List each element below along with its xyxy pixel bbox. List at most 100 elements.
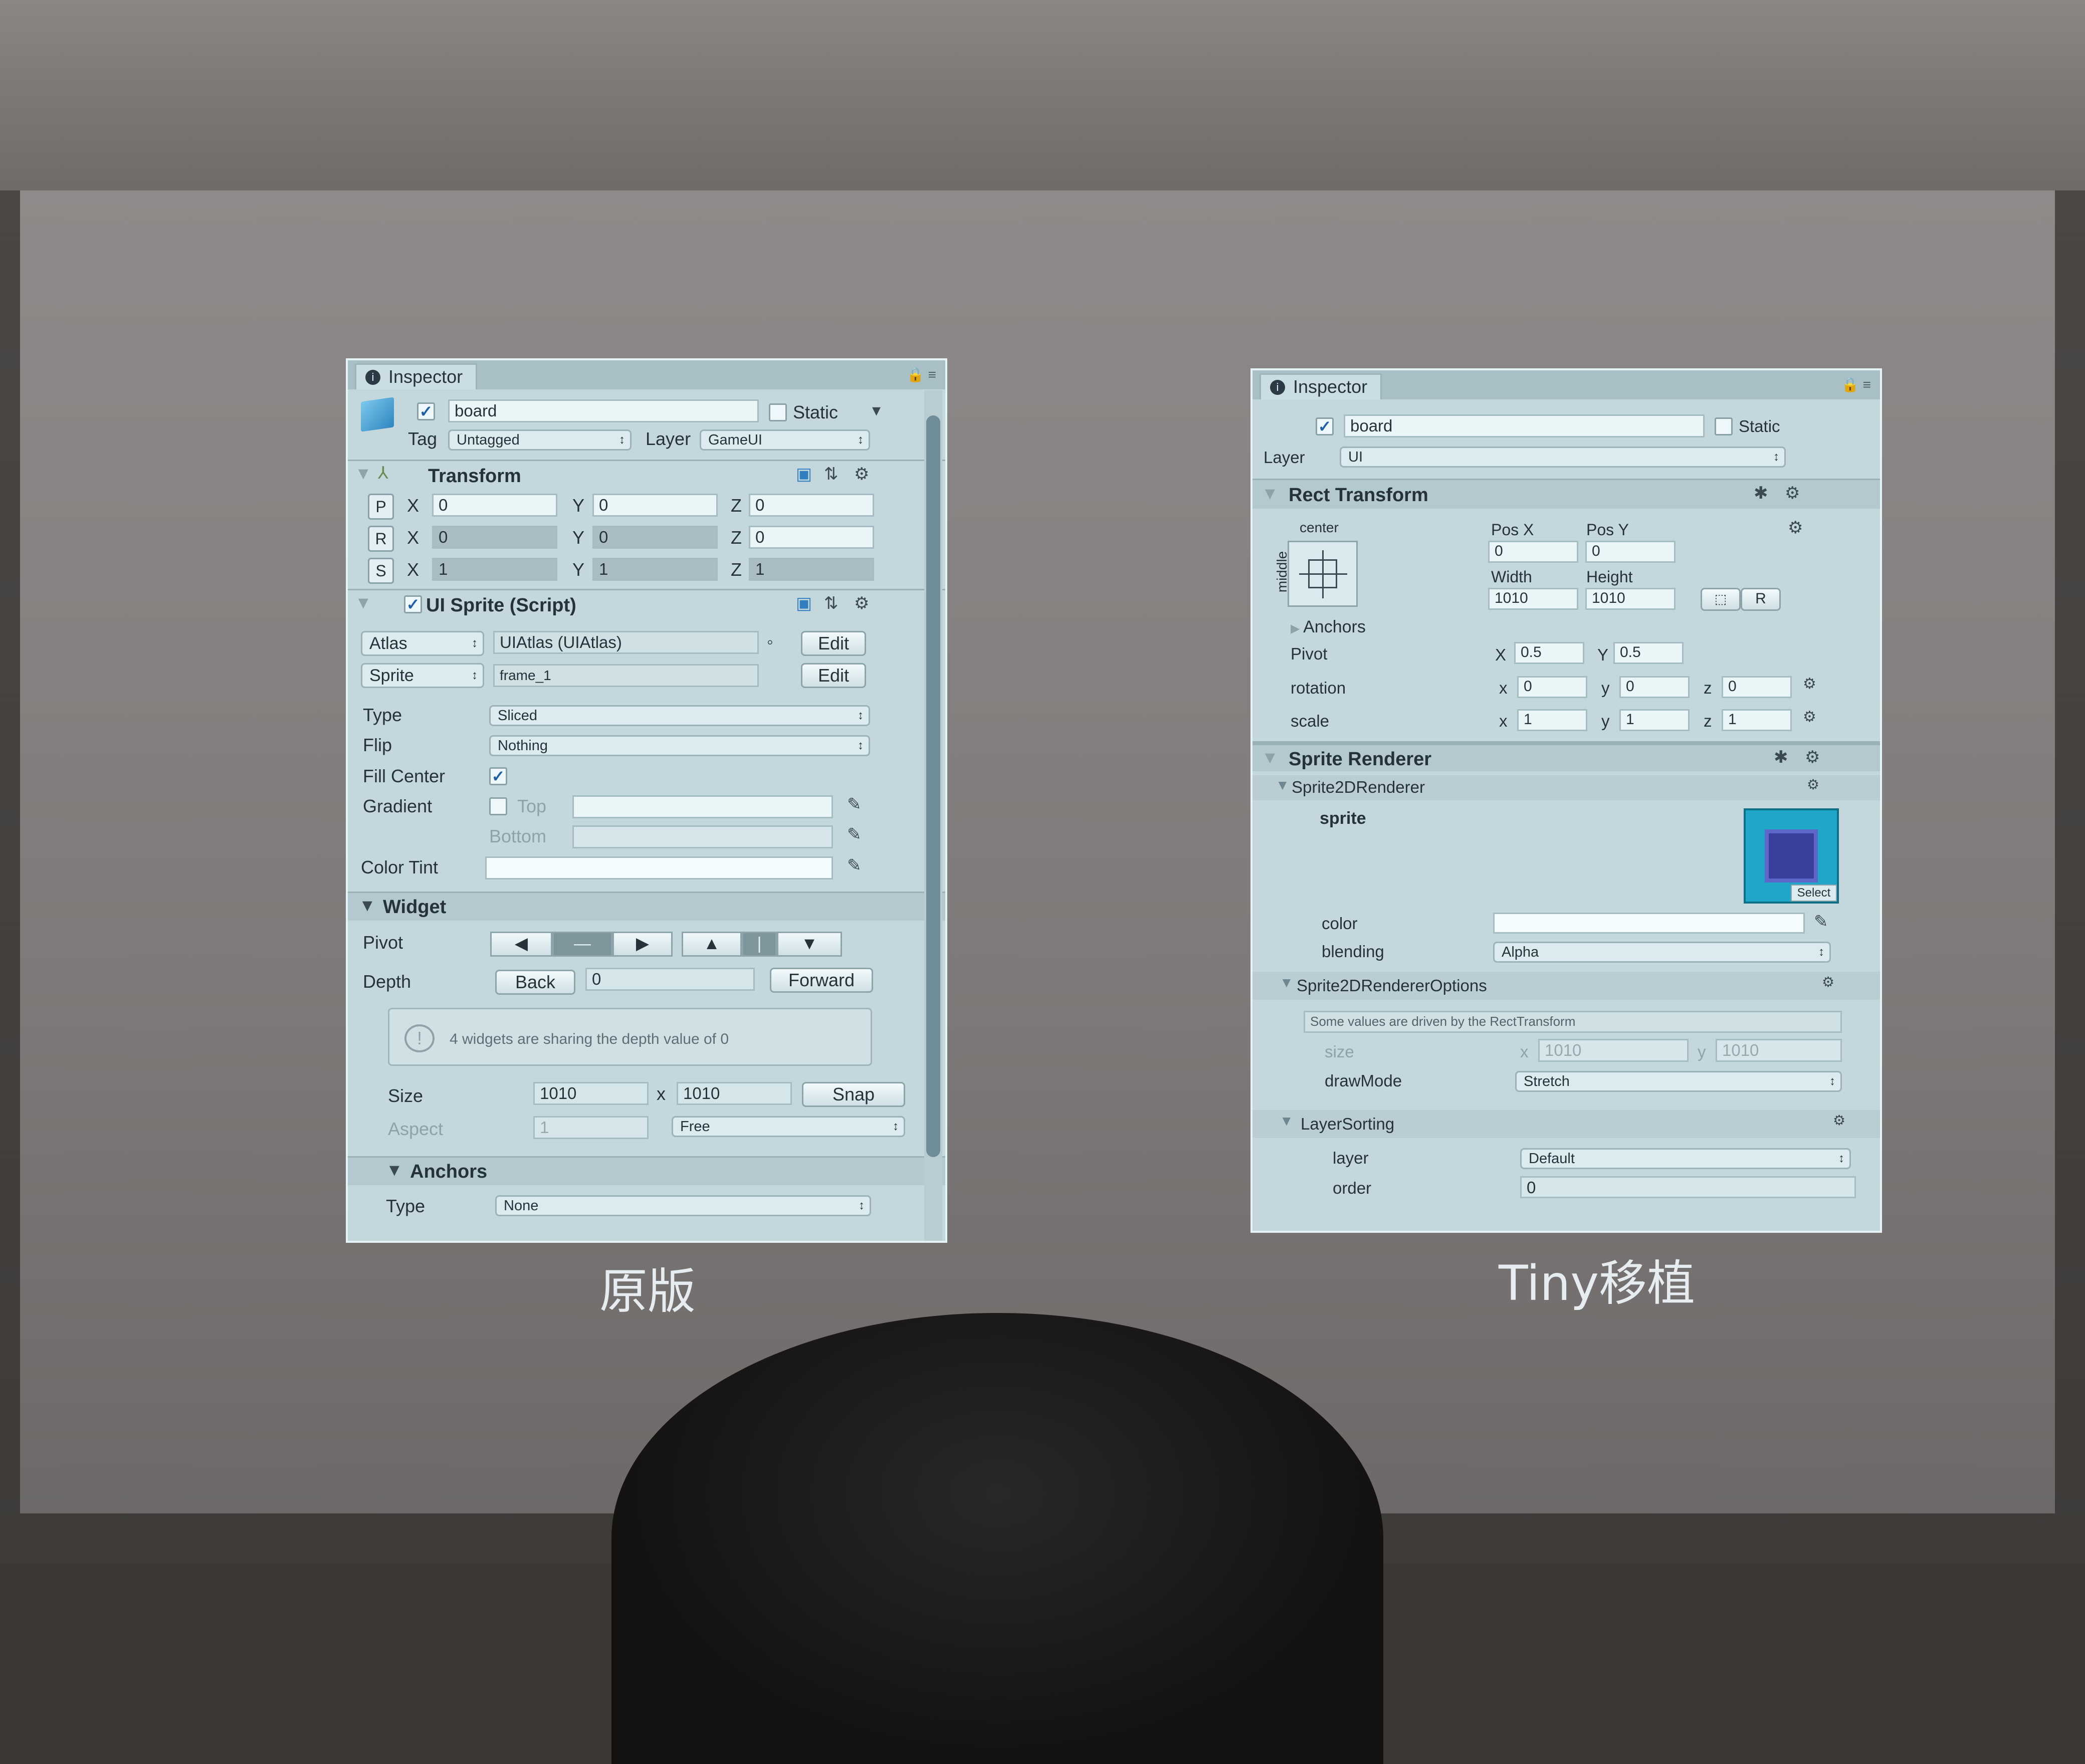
- active-checkbox[interactable]: ✓: [417, 402, 435, 420]
- pos-x-field[interactable]: 0: [1488, 541, 1578, 563]
- sprite-edit-button[interactable]: Edit: [801, 663, 866, 688]
- eyedropper-icon[interactable]: ✎: [847, 794, 862, 814]
- gear-icon[interactable]: ⚙: [1803, 708, 1816, 726]
- tag-dropdown[interactable]: Untagged: [448, 429, 632, 451]
- left-scrollbar[interactable]: [924, 390, 942, 1241]
- sprite-field[interactable]: frame_1: [493, 664, 759, 687]
- static-dropdown-icon[interactable]: ▾: [872, 400, 881, 420]
- fill-center-checkbox[interactable]: ✓: [489, 767, 507, 785]
- object-name-field[interactable]: board: [448, 399, 759, 422]
- gear-icon[interactable]: ⚙: [1822, 974, 1834, 990]
- order-field[interactable]: 0: [1520, 1176, 1856, 1198]
- gear-icon[interactable]: ⚙: [1785, 483, 1800, 503]
- sprite-renderer-header[interactable]: ▼ Sprite Renderer ✱ ⚙: [1253, 741, 1880, 771]
- foldout-arrow-icon[interactable]: ▼: [359, 896, 376, 916]
- rotation-reset-button[interactable]: R: [368, 526, 394, 552]
- foldout-arrow-icon[interactable]: ▼: [386, 1161, 403, 1180]
- anchors-header[interactable]: ▼ Anchors: [348, 1156, 945, 1185]
- type-dropdown[interactable]: Sliced: [489, 705, 870, 726]
- scale-y-field[interactable]: 1: [1619, 709, 1690, 731]
- sorting-layer-dropdown[interactable]: Default: [1520, 1148, 1851, 1169]
- scale-x-field[interactable]: 1: [432, 558, 557, 581]
- options-header[interactable]: ▼ Sprite2DRendererOptions ⚙: [1253, 972, 1880, 1000]
- pivot-right-button[interactable]: ▶: [612, 932, 673, 957]
- pos-x-field[interactable]: 0: [432, 494, 557, 517]
- gear-icon[interactable]: ⚙: [1807, 776, 1819, 793]
- anchor-preset-button[interactable]: [1288, 541, 1358, 607]
- scale-z-field[interactable]: 1: [749, 558, 874, 581]
- foldout-arrow-icon[interactable]: ▼: [1280, 1113, 1294, 1129]
- pivot-x-field[interactable]: 0.5: [1514, 642, 1584, 664]
- preset-icon[interactable]: ⇅: [824, 593, 839, 613]
- pivot-top-button[interactable]: ▲: [682, 932, 742, 957]
- static-checkbox[interactable]: ✓: [1715, 417, 1733, 435]
- pivot-center-h-button[interactable]: —: [552, 932, 612, 957]
- gear-icon[interactable]: ⚙: [1805, 747, 1820, 767]
- width-field[interactable]: 1010: [1488, 588, 1578, 610]
- raw-edit-button[interactable]: R: [1741, 588, 1781, 611]
- position-reset-button[interactable]: P: [368, 494, 394, 520]
- left-inspector-tab[interactable]: i Inspector: [355, 363, 478, 389]
- gear-icon[interactable]: ⚙: [1833, 1112, 1845, 1129]
- atlas-edit-button[interactable]: Edit: [801, 631, 866, 656]
- atlas-field[interactable]: UIAtlas (UIAtlas): [493, 631, 759, 654]
- gear-icon[interactable]: ⚙: [1803, 675, 1816, 693]
- help-book-icon[interactable]: ▣: [796, 593, 812, 613]
- aspect-mode-dropdown[interactable]: Free: [672, 1116, 905, 1137]
- sprite-button[interactable]: Sprite: [361, 663, 484, 688]
- gradient-checkbox[interactable]: ✓: [489, 797, 507, 815]
- gear-icon[interactable]: ⚙: [854, 464, 869, 484]
- lock-menu-icon[interactable]: 🔒 ≡: [1841, 376, 1871, 393]
- transform-header[interactable]: ▼ ⅄ Transform ▣ ⇅ ⚙: [348, 460, 945, 490]
- ui-sprite-header[interactable]: ▼ ✓ UI Sprite (Script) ▣ ⇅ ⚙: [348, 589, 945, 619]
- flip-dropdown[interactable]: Nothing: [489, 735, 870, 756]
- foldout-arrow-icon[interactable]: ▼: [355, 593, 372, 613]
- sprite2drenderer-header[interactable]: ▼ Sprite2DRenderer ⚙: [1253, 775, 1880, 800]
- anchor-type-dropdown[interactable]: None: [495, 1195, 871, 1216]
- preset-icon[interactable]: ✱: [1754, 483, 1768, 503]
- active-checkbox[interactable]: ✓: [1316, 417, 1334, 435]
- layer-dropdown[interactable]: GameUI: [700, 429, 870, 451]
- aspect-value-field[interactable]: 1: [533, 1116, 649, 1139]
- blueprint-mode-button[interactable]: ⬚: [1701, 588, 1741, 611]
- gear-icon[interactable]: ⚙: [854, 593, 869, 613]
- color-field[interactable]: [1493, 913, 1805, 934]
- pivot-bottom-button[interactable]: ▼: [777, 932, 842, 957]
- size-height-field[interactable]: 1010: [677, 1082, 792, 1105]
- help-book-icon[interactable]: ▣: [796, 464, 812, 484]
- eyedropper-icon[interactable]: ✎: [847, 855, 862, 875]
- pos-y-field[interactable]: 0: [1585, 541, 1676, 563]
- scale-z-field[interactable]: 1: [1722, 709, 1792, 731]
- foldout-arrow-icon[interactable]: ▼: [1276, 777, 1290, 793]
- depth-forward-button[interactable]: Forward: [770, 968, 873, 993]
- rot-y-field[interactable]: 0: [592, 526, 718, 549]
- rot-z-field[interactable]: 0: [1722, 676, 1792, 698]
- rot-z-field[interactable]: 0: [749, 526, 874, 549]
- preset-icon[interactable]: ✱: [1774, 747, 1788, 767]
- size-width-field[interactable]: 1010: [533, 1082, 649, 1105]
- left-scrollbar-thumb[interactable]: [926, 415, 940, 1157]
- ui-sprite-enabled-checkbox[interactable]: ✓: [404, 595, 422, 613]
- lock-menu-icon[interactable]: 🔒 ≡: [907, 366, 936, 383]
- pos-z-field[interactable]: 0: [749, 494, 874, 517]
- pos-y-field[interactable]: 0: [592, 494, 718, 517]
- pivot-center-v-button[interactable]: |: [742, 932, 777, 957]
- blending-dropdown[interactable]: Alpha: [1493, 942, 1831, 963]
- sprite-thumbnail[interactable]: Select: [1744, 808, 1839, 904]
- foldout-arrow-icon[interactable]: ▼: [355, 464, 372, 484]
- drawmode-dropdown[interactable]: Stretch: [1515, 1071, 1842, 1092]
- height-field[interactable]: 1010: [1585, 588, 1676, 610]
- depth-back-button[interactable]: Back: [495, 970, 575, 995]
- layer-dropdown[interactable]: UI: [1340, 447, 1786, 468]
- scale-reset-button[interactable]: S: [368, 558, 394, 584]
- gear-icon[interactable]: ⚙: [1788, 518, 1803, 538]
- rot-x-field[interactable]: 0: [432, 526, 557, 549]
- static-checkbox[interactable]: ✓: [769, 403, 787, 421]
- rot-x-field[interactable]: 0: [1517, 676, 1587, 698]
- scale-y-field[interactable]: 1: [592, 558, 718, 581]
- preset-icon[interactable]: ⇅: [824, 464, 839, 484]
- layersorting-header[interactable]: ▼ LayerSorting ⚙: [1253, 1110, 1880, 1138]
- right-inspector-tab[interactable]: i Inspector: [1260, 373, 1382, 399]
- widget-header[interactable]: ▼ Widget: [348, 892, 945, 921]
- object-picker-icon[interactable]: ◦: [767, 631, 773, 653]
